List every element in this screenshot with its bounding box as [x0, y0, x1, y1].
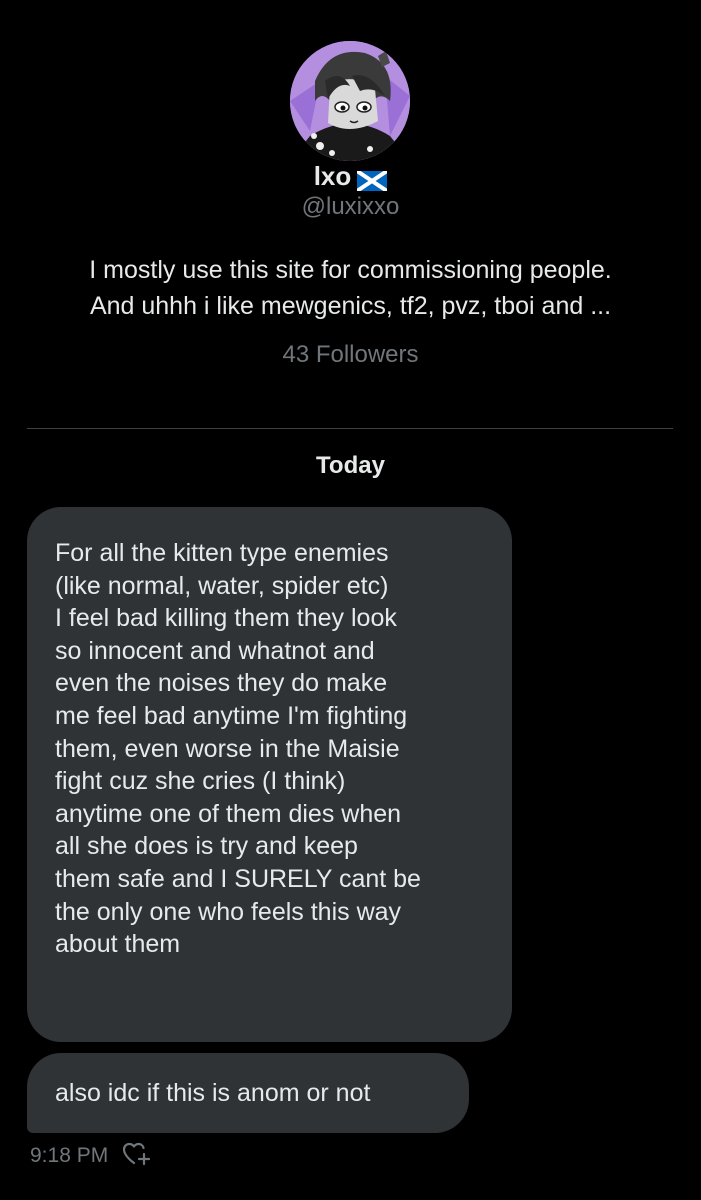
profile-handle[interactable]: @luxixxo [0, 192, 701, 222]
day-separator: Today [316, 452, 385, 479]
message-line: even the noises they do make [55, 669, 388, 698]
message-line: all she does is try and keep [55, 832, 358, 861]
avatar-illustration [290, 41, 410, 161]
message-text: also idc if this is anom or not [55, 1079, 371, 1107]
message-line: the only one who feels this way [55, 897, 402, 926]
message-meta: 9:18 PM [30, 1141, 151, 1171]
profile-avatar[interactable] [290, 41, 410, 161]
message-line: them safe and I SURELY cant be [55, 864, 421, 893]
message-bubble[interactable]: For all the kitten type enemies (like no… [27, 507, 512, 1042]
add-reaction-heart-icon[interactable] [122, 1141, 151, 1167]
message-timestamp: 9:18 PM [30, 1144, 109, 1167]
profile-display-name[interactable]: lxo [314, 161, 352, 191]
message-line: (like normal, water, spider etc) [55, 571, 389, 600]
message-line: them, even worse in the Maisie [55, 734, 400, 763]
bio-line: And uhhh i like mewgenics, tf2, pvz, tbo… [89, 292, 612, 320]
profile-name-row: lxo [0, 160, 701, 193]
message-line: fight cuz she cries (I think) [55, 767, 346, 796]
bio-line: I mostly use this site for commissioning… [89, 256, 612, 284]
message-line: me feel bad anytime I'm fighting [55, 701, 408, 730]
message-line: For all the kitten type enemies [55, 539, 389, 567]
message-bubble[interactable]: also idc if this is anom or not [27, 1053, 469, 1133]
message-line: I feel bad killing them they look [55, 604, 397, 633]
message-line: so innocent and whatnot and [55, 636, 375, 665]
message-line: anytime one of them dies when [55, 799, 402, 828]
message-line: about them [55, 930, 181, 959]
scotland-flag-icon [356, 166, 389, 193]
profile-header: lxo @luxixxo I mostly use this site for … [0, 0, 701, 420]
profile-bio: I mostly use this site for commissioning… [0, 252, 701, 324]
followers-count[interactable]: 43 Followers [0, 339, 701, 371]
section-divider [27, 428, 673, 429]
